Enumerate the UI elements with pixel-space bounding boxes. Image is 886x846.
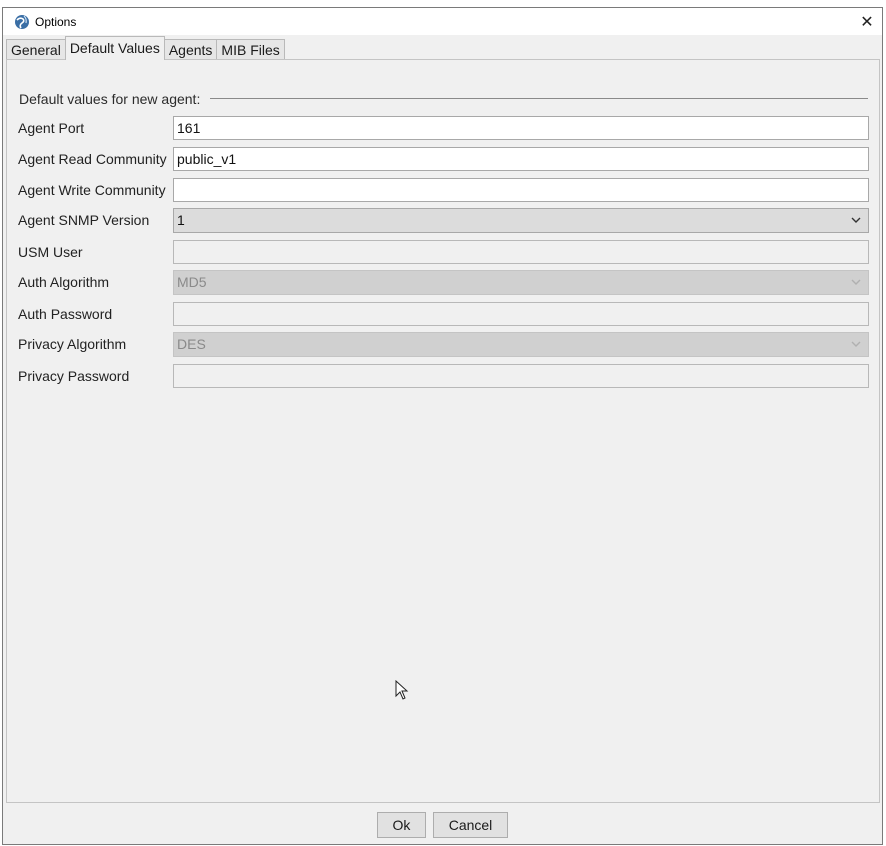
globe-icon (14, 14, 30, 30)
privacy-algorithm-select[interactable]: DES (173, 332, 869, 357)
privacy-password-input[interactable] (173, 364, 869, 388)
cancel-button[interactable]: Cancel (433, 812, 508, 838)
privacy-algorithm-value: DES (177, 336, 206, 352)
row-usm-user: USM User (7, 240, 879, 264)
tab-default-values[interactable]: Default Values (64, 36, 165, 60)
chevron-down-icon (849, 275, 863, 289)
usm-user-label: USM User (18, 244, 83, 260)
snmp-version-value: 1 (177, 212, 185, 228)
row-snmp-version: Agent SNMP Version 1 (7, 208, 879, 233)
read-community-label: Agent Read Community (18, 151, 167, 167)
mouse-pointer-icon (395, 679, 409, 701)
read-community-input[interactable]: public_v1 (173, 147, 869, 171)
close-button[interactable]: ✕ (852, 8, 882, 35)
options-dialog: Options ✕ General Default Values Agents … (2, 7, 883, 845)
chevron-down-icon (849, 213, 863, 227)
write-community-label: Agent Write Community (18, 182, 166, 198)
row-auth-password: Auth Password (7, 302, 879, 326)
default-values-panel: Default values for new agent: Agent Port… (6, 59, 880, 803)
tab-mib-files[interactable]: MIB Files (216, 39, 285, 60)
tab-general[interactable]: General (6, 39, 66, 60)
auth-password-input[interactable] (173, 302, 869, 326)
window-title: Options (35, 15, 77, 29)
auth-algorithm-select[interactable]: MD5 (173, 270, 869, 295)
row-auth-algorithm: Auth Algorithm MD5 (7, 270, 879, 295)
auth-algorithm-value: MD5 (177, 274, 207, 290)
auth-password-label: Auth Password (18, 306, 113, 322)
privacy-algorithm-label: Privacy Algorithm (18, 336, 127, 352)
tab-bar: General Default Values Agents MIB Files (6, 36, 285, 60)
row-agent-port: Agent Port 161 (7, 116, 879, 140)
group-title: Default values for new agent: (19, 91, 201, 107)
tab-agents[interactable]: Agents (163, 39, 218, 60)
usm-user-input[interactable] (173, 240, 869, 264)
row-write-community: Agent Write Community (7, 178, 879, 202)
group-separator (210, 98, 868, 99)
snmp-version-select[interactable]: 1 (173, 208, 869, 233)
chevron-down-icon (849, 337, 863, 351)
row-privacy-password: Privacy Password (7, 364, 879, 388)
close-icon: ✕ (860, 13, 874, 31)
button-bar: Ok Cancel (3, 802, 882, 846)
ok-button[interactable]: Ok (377, 812, 426, 838)
agent-port-input[interactable]: 161 (173, 116, 869, 140)
title-bar[interactable]: Options ✕ (3, 8, 882, 35)
row-read-community: Agent Read Community public_v1 (7, 147, 879, 171)
write-community-input[interactable] (173, 178, 869, 202)
snmp-version-label: Agent SNMP Version (18, 212, 150, 228)
privacy-password-label: Privacy Password (18, 368, 130, 384)
row-privacy-algorithm: Privacy Algorithm DES (7, 332, 879, 357)
agent-port-label: Agent Port (18, 120, 85, 136)
auth-algorithm-label: Auth Algorithm (18, 274, 110, 290)
